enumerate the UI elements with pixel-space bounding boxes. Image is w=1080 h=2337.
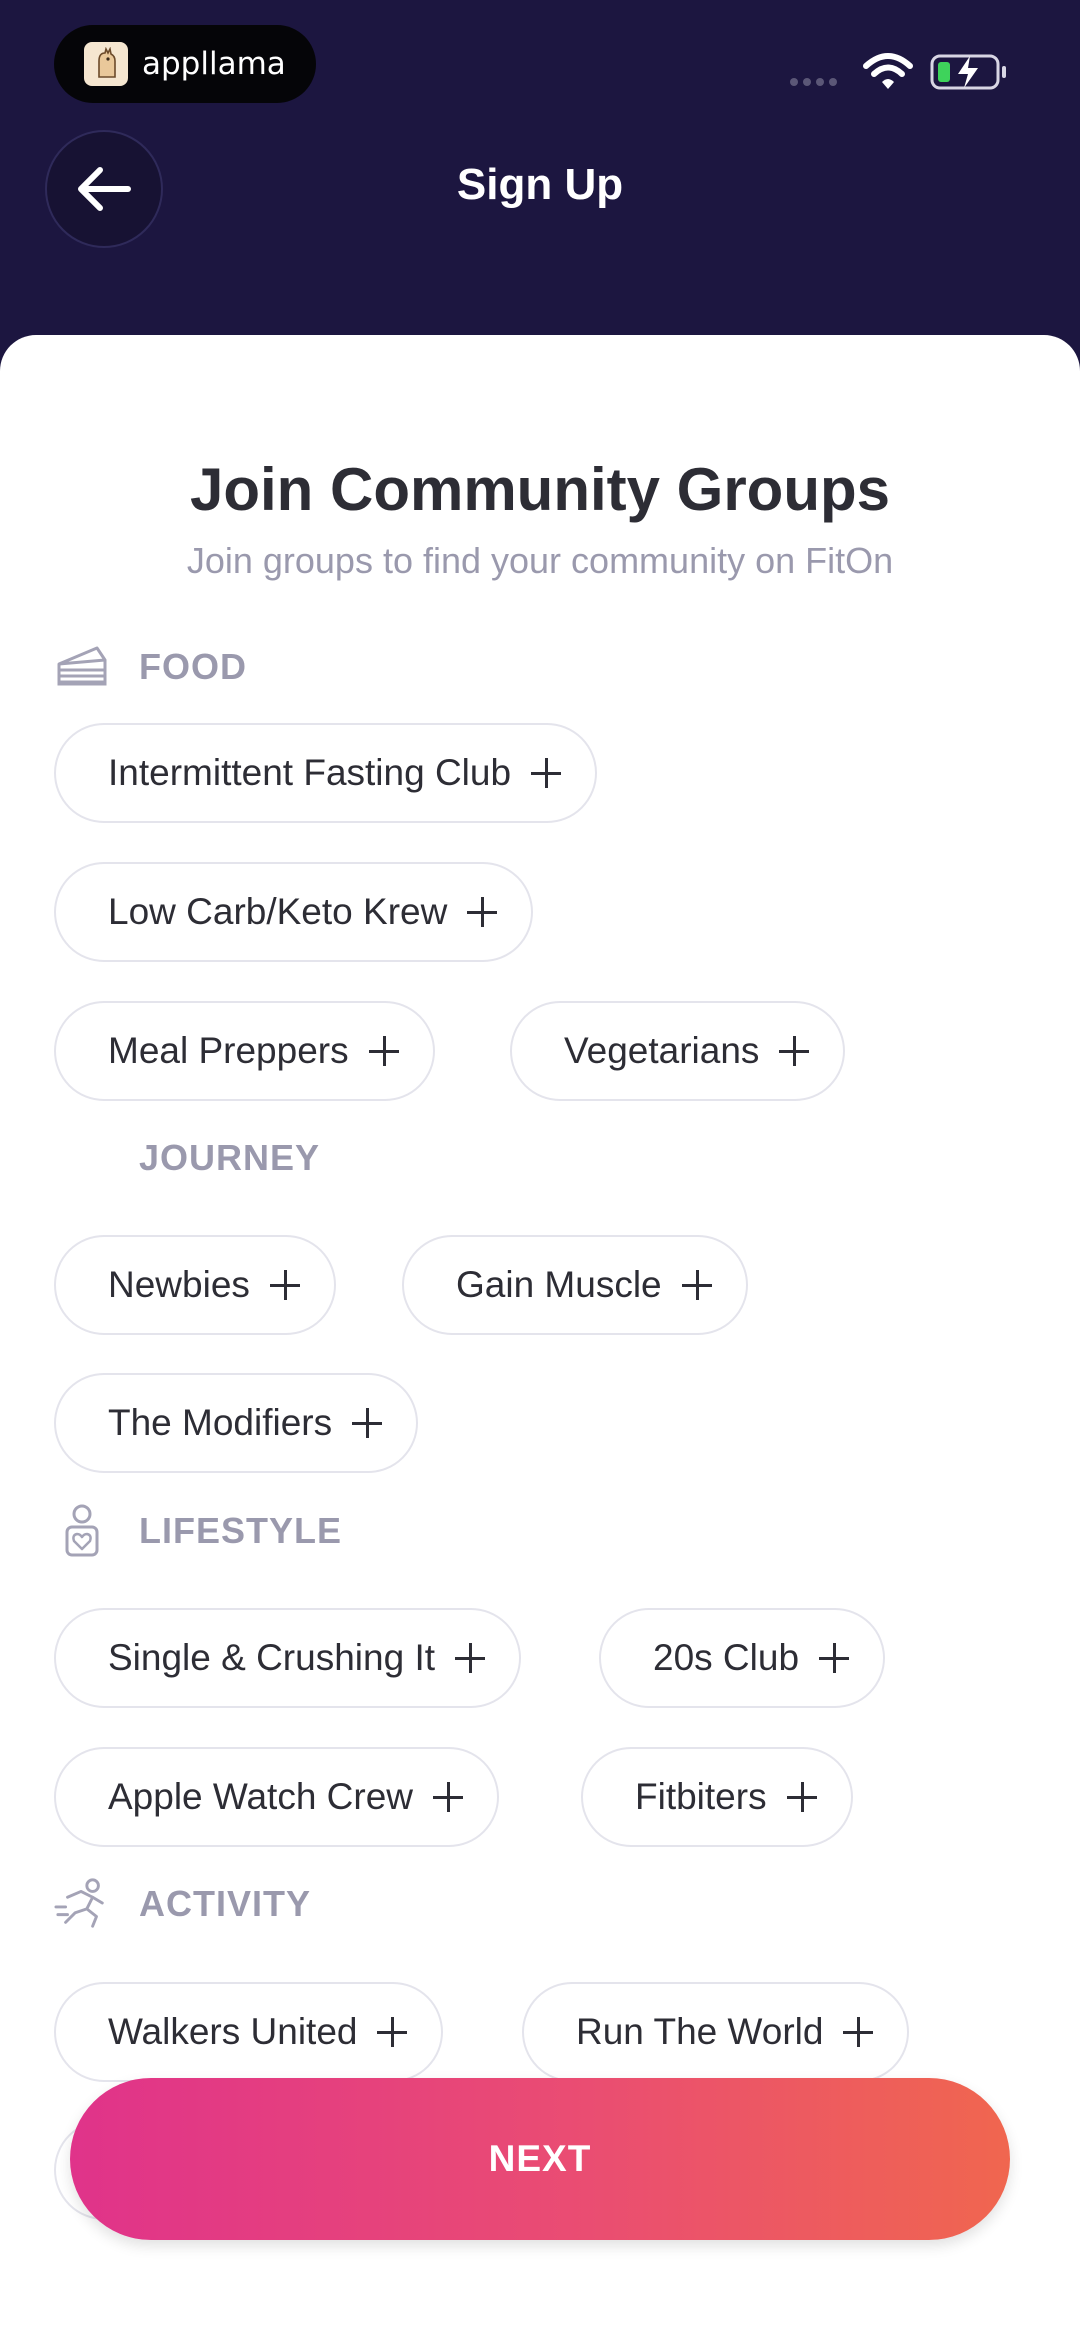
plus-icon xyxy=(777,1034,811,1068)
brand-label: appllama xyxy=(142,46,286,82)
chip-intermittent-fasting-club[interactable]: Intermittent Fasting Club xyxy=(54,723,598,823)
plus-icon xyxy=(841,2015,875,2049)
chip-label: Newbies xyxy=(108,1264,250,1305)
chip-the-modifiers[interactable]: The Modifiers xyxy=(54,1373,419,1473)
section-header-journey: JOURNEY xyxy=(54,1128,319,1188)
chip-label: Fitbiters xyxy=(635,1776,767,1817)
chip-label: Apple Watch Crew xyxy=(108,1776,414,1817)
plus-icon xyxy=(375,2015,409,2049)
section-label-lifestyle: LIFESTYLE xyxy=(139,1510,343,1551)
appllama-badge: appllama xyxy=(54,25,316,103)
chip-apple-watch-crew[interactable]: Apple Watch Crew xyxy=(54,1747,500,1847)
sandwich-icon xyxy=(54,639,110,695)
chip-gain-muscle[interactable]: Gain Muscle xyxy=(402,1235,748,1335)
page-title: Sign Up xyxy=(456,160,624,209)
plus-icon xyxy=(785,1780,819,1814)
chip-label: Gain Muscle xyxy=(456,1264,662,1305)
battery-charging-icon xyxy=(930,54,1006,90)
person-heart-icon xyxy=(54,1503,110,1559)
header: appllama Sign Up xyxy=(0,0,1080,340)
next-button[interactable]: NEXT xyxy=(70,2078,1010,2240)
plus-icon xyxy=(431,1780,465,1814)
sub-heading: Join groups to find your community on Fi… xyxy=(186,540,894,581)
plus-icon xyxy=(367,1034,401,1068)
content-sheet: Join Community Groups Join groups to fin… xyxy=(0,335,1080,2337)
llama-logo-icon xyxy=(84,42,128,86)
section-label-journey: JOURNEY xyxy=(139,1137,321,1178)
section-label-activity: ACTIVITY xyxy=(139,1883,312,1924)
section-header-lifestyle: LIFESTYLE xyxy=(54,1501,341,1561)
section-header-food: FOOD xyxy=(54,637,246,697)
chip-label: Meal Preppers xyxy=(108,1030,349,1071)
plus-icon xyxy=(465,895,499,929)
chip-run-the-world[interactable]: Run The World xyxy=(522,1982,910,2082)
chip-fitbiters[interactable]: Fitbiters xyxy=(581,1747,853,1847)
plus-icon xyxy=(817,1641,851,1675)
plus-icon xyxy=(680,1268,714,1302)
plus-icon xyxy=(268,1268,302,1302)
cellular-signal-icon xyxy=(790,78,837,86)
section-header-activity: ACTIVITY xyxy=(54,1874,310,1934)
section-label-food: FOOD xyxy=(139,646,247,687)
chip-label: Low Carb/Keto Krew xyxy=(108,891,448,932)
chip-label: Run The World xyxy=(576,2011,824,2052)
chip-label: Walkers United xyxy=(108,2011,358,2052)
chip-single-crushing-it[interactable]: Single & Crushing It xyxy=(54,1608,522,1708)
wifi-icon xyxy=(863,53,913,89)
chip-low-carb-keto-krew[interactable]: Low Carb/Keto Krew xyxy=(54,862,534,962)
chip-label: Intermittent Fasting Club xyxy=(108,752,512,793)
chip-label: 20s Club xyxy=(653,1637,800,1678)
chip-label: Single & Crushing It xyxy=(108,1637,436,1678)
plus-icon xyxy=(453,1641,487,1675)
chip-newbies[interactable]: Newbies xyxy=(54,1235,336,1335)
plus-icon xyxy=(350,1406,384,1440)
chip-20s-club[interactable]: 20s Club xyxy=(599,1608,886,1708)
chip-walkers-united[interactable]: Walkers United xyxy=(54,1982,444,2082)
chip-meal-preppers[interactable]: Meal Preppers xyxy=(54,1001,435,1101)
plus-icon xyxy=(529,756,563,790)
chip-label: The Modifiers xyxy=(108,1402,333,1443)
main-heading: Join Community Groups xyxy=(189,456,891,523)
running-person-icon xyxy=(54,1876,110,1932)
chip-label: Vegetarians xyxy=(564,1030,760,1071)
chip-vegetarians[interactable]: Vegetarians xyxy=(510,1001,846,1101)
